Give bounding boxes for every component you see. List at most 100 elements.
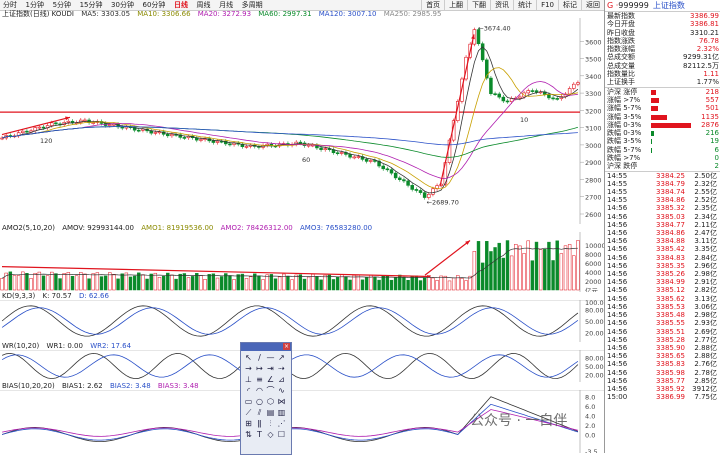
f10-button[interactable]: F10: [536, 0, 558, 10]
volume-bar: [497, 242, 501, 291]
tick-row[interactable]: 14:56 3385.03 2.34亿: [605, 213, 720, 221]
bias2-value: BIAS2: 3.48: [109, 382, 151, 390]
drawing-tool-icon[interactable]: ⬡: [265, 396, 276, 407]
drawing-tool-icon[interactable]: ◜: [243, 385, 254, 396]
period-tab[interactable]: 60分钟: [140, 0, 169, 10]
breadth-bar: [649, 146, 715, 154]
tick-row[interactable]: 14:56 3384.83 2.84亿: [605, 254, 720, 262]
tick-row[interactable]: 14:55 3384.25 2.50亿: [605, 172, 720, 180]
volume-bar: [157, 277, 162, 291]
volume-chart[interactable]: 100008000600040002000亿元: [0, 232, 604, 292]
tick-price: 3385.65: [656, 352, 685, 361]
drawing-tool-icon[interactable]: ↗: [276, 352, 287, 363]
tick-row[interactable]: 14:56 3385.55 2.93亿: [605, 319, 720, 327]
drawing-tool-icon[interactable]: ⟋: [243, 407, 254, 418]
mark-button[interactable]: 标记: [558, 0, 581, 10]
drawing-tool-icon[interactable]: ∠: [265, 374, 276, 385]
drawing-tool-icon[interactable]: ⇅: [243, 429, 254, 440]
tick-row[interactable]: 14:56 3384.77 2.11亿: [605, 221, 720, 229]
volume-bar: [120, 273, 124, 291]
tick-row[interactable]: 14:56 3385.83 2.76亿: [605, 360, 720, 368]
tick-row[interactable]: 14:56 3385.90 2.88亿: [605, 344, 720, 352]
price-axis-label: 3000: [585, 142, 602, 150]
drawing-tool-icon[interactable]: ▥: [276, 407, 287, 418]
drawing-tool-icon[interactable]: ○: [254, 396, 265, 407]
period-tab[interactable]: 30分钟: [108, 0, 137, 10]
candle-body: [170, 134, 174, 137]
drawing-tool-icon[interactable]: ⊞: [243, 418, 254, 429]
drawing-tool-icon[interactable]: ⇥: [265, 363, 276, 374]
tick-amount: 2.96亿: [694, 261, 717, 270]
drawing-tool-icon[interactable]: ⫶: [265, 418, 276, 429]
tick-row[interactable]: 14:56 3385.42 3.35亿: [605, 245, 720, 253]
stat-label: 今日开盘: [607, 20, 635, 29]
tick-row[interactable]: 14:56 3385.92 3912亿: [605, 385, 720, 393]
drawing-tool-icon[interactable]: ◇: [265, 429, 276, 440]
tick-row[interactable]: 14:56 3385.35 2.96亿: [605, 262, 720, 270]
drawing-tool-icon[interactable]: →: [243, 363, 254, 374]
back-button[interactable]: 返回: [581, 0, 604, 10]
drawing-tool-icon[interactable]: ▤: [265, 407, 276, 418]
drawing-tool-icon[interactable]: ☐: [276, 429, 287, 440]
tick-row[interactable]: 14:56 3385.32 2.35亿: [605, 204, 720, 212]
volume-bar: [364, 277, 369, 291]
chart-title: 上证指数(日线) KOUDI: [2, 10, 74, 18]
drawing-tool-icon[interactable]: ↦: [254, 363, 265, 374]
volume-bar: [219, 276, 224, 291]
candlestick-chart[interactable]: 3600 3500 3400 3300 3200 3100 3000 2900 2800 2700…: [0, 18, 604, 226]
tick-row[interactable]: 14:56 3385.77 2.85亿: [605, 377, 720, 385]
drawing-toolbox[interactable]: × ↖ ∕ — ↗ → ↦ ⇥ ⇢ ⊥ ≡ ∠ ⊿ ◜ ◠ ⌒ ∿ ▭ ○ ⬡ ⋈ ⟋ ⫽ ▤ ▥ ⊞ ǁ ⫶ ⋰ ⇅ T ◇ ☐: [240, 342, 292, 455]
tick-row[interactable]: 14:56 3385.12 2.82亿: [605, 286, 720, 294]
period-tab[interactable]: 1分钟: [23, 0, 47, 10]
drawing-tool-icon[interactable]: ⇢: [276, 363, 287, 374]
volume-bar: [66, 272, 71, 291]
tick-row[interactable]: 14:56 3385.51 2.69亿: [605, 328, 720, 336]
drawing-tool-icon[interactable]: T: [254, 429, 265, 440]
page-down-button[interactable]: 下翻: [467, 0, 490, 10]
drawing-tool-icon[interactable]: ⫽: [254, 407, 265, 418]
drawing-tool-icon[interactable]: ⊥: [243, 374, 254, 385]
drawing-tool-icon[interactable]: ⋈: [276, 396, 287, 407]
tick-row[interactable]: 14:56 3385.62 3.13亿: [605, 295, 720, 303]
drawing-tool-icon[interactable]: ⊿: [276, 374, 287, 385]
tick-row[interactable]: 14:56 3385.98 2.78亿: [605, 369, 720, 377]
news-button[interactable]: 资讯: [490, 0, 513, 10]
home-button[interactable]: 首页: [421, 0, 444, 10]
period-tab[interactable]: 15分钟: [77, 0, 106, 10]
tick-price: 3385.35: [656, 261, 685, 270]
wr-chart[interactable]: 80.0050.0020.00: [0, 350, 604, 382]
tick-list[interactable]: 14:55 3384.25 2.50亿 14:55 3384.79 2.32亿 14:55 3…: [605, 170, 720, 402]
drawing-tool-icon[interactable]: ◠: [254, 385, 265, 396]
stats-button[interactable]: 统计: [513, 0, 536, 10]
tick-row[interactable]: 15:00 3386.99 7.75亿: [605, 393, 720, 401]
period-tab-daily[interactable]: 日线: [171, 0, 191, 10]
tick-row[interactable]: 14:56 3385.28 2.77亿: [605, 336, 720, 344]
volume-bar: [74, 275, 79, 291]
drawing-tool-icon[interactable]: ∕: [254, 352, 265, 363]
close-icon[interactable]: ×: [283, 343, 290, 350]
drawing-tool-icon[interactable]: —: [265, 352, 276, 363]
drawing-tool-icon[interactable]: ⌒: [265, 385, 276, 396]
drawing-tool-icon[interactable]: ▭: [243, 396, 254, 407]
volume-bar: [567, 244, 572, 291]
kd-chart[interactable]: 100.0080.0050.0020.00: [0, 300, 604, 342]
ma250-value: MA250: 2985.95: [383, 10, 442, 18]
candle-body: [182, 137, 187, 139]
candle-body: [83, 119, 87, 122]
period-tab[interactable]: 5分钟: [50, 0, 74, 10]
drawing-tool-icon[interactable]: ⋰: [276, 418, 287, 429]
bias-axis-label: 2.0: [585, 422, 595, 430]
drawing-tool-icon[interactable]: ǁ: [254, 418, 265, 429]
period-tab[interactable]: 多周期: [239, 0, 266, 10]
period-tab[interactable]: 月线: [216, 0, 236, 10]
page-up-button[interactable]: 上翻: [444, 0, 467, 10]
drawing-tool-icon[interactable]: ∿: [276, 385, 287, 396]
volume-bar: [29, 278, 33, 291]
tick-row[interactable]: 14:56 3385.53 3.06亿: [605, 303, 720, 311]
period-tab[interactable]: 分时: [0, 0, 20, 10]
tick-row[interactable]: 14:55 3384.79 2.32亿: [605, 180, 720, 188]
drawing-tool-icon[interactable]: ≡: [254, 374, 265, 385]
period-tab[interactable]: 周线: [194, 0, 214, 10]
drawing-tool-icon[interactable]: ↖: [243, 352, 254, 363]
volume-bar: [410, 275, 414, 291]
